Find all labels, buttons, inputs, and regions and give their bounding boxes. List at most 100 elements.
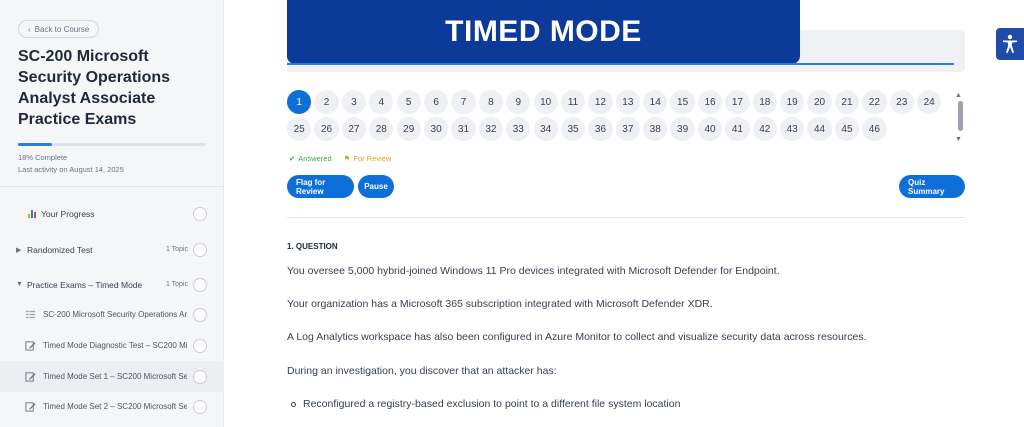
question-paragraph: During an investigation, you discover th…: [287, 365, 557, 377]
question-number-button[interactable]: 13: [615, 90, 640, 114]
question-number-button[interactable]: 2: [314, 90, 339, 114]
question-number-button[interactable]: 6: [423, 90, 449, 114]
scrollbar-thumb[interactable]: [958, 101, 963, 131]
edit-icon: [25, 402, 36, 412]
bullet-text: Reconfigured a registry-based exclusion …: [303, 398, 681, 410]
topic-count: 1 Topic: [165, 281, 188, 288]
question-number-button[interactable]: 34: [533, 117, 558, 141]
question-number-button[interactable]: 42: [752, 117, 777, 141]
your-progress-item[interactable]: Your Progress: [0, 198, 224, 229]
question-heading: 1. QUESTION: [287, 242, 338, 251]
question-number-button[interactable]: 26: [314, 117, 339, 141]
lesson-item[interactable]: SC-200 Microsoft Security Operations Ana…: [0, 299, 224, 330]
status-circle: [193, 369, 207, 384]
question-number-button[interactable]: 22: [862, 90, 887, 114]
lesson-item[interactable]: Timed Mode Set 1 – SC200 Microsoft Secur…: [0, 361, 224, 392]
question-number-button[interactable]: 1: [287, 90, 312, 114]
lesson-item[interactable]: Timed Mode Set 2 – SC200 Microsoft Secur…: [0, 391, 224, 422]
question-number-button[interactable]: 19: [780, 90, 805, 114]
lesson-item[interactable]: Timed Mode Diagnostic Test – SC200 Micro…: [0, 330, 224, 361]
legend-answered: ✔ Answered: [289, 154, 332, 163]
question-number-button[interactable]: 16: [697, 90, 723, 114]
timer-progress-line: [287, 63, 954, 65]
legend-review: ⚑ For Review: [344, 154, 392, 163]
question-number-button[interactable]: 25: [287, 117, 312, 141]
question-number-button[interactable]: 9: [506, 90, 531, 114]
course-title: SC-200 Microsoft Security Operations Ana…: [18, 48, 171, 128]
question-number-button[interactable]: 7: [451, 90, 476, 114]
flag-for-review-button[interactable]: Flag for Review: [287, 175, 354, 198]
section-practice-exams-timed[interactable]: ▼ Practice Exams – Timed Mode 1 Topic: [0, 269, 224, 300]
question-number-button[interactable]: 43: [780, 117, 805, 141]
question-bullet: Reconfigured a registry-based exclusion …: [291, 398, 680, 410]
question-number-button[interactable]: 40: [697, 117, 723, 141]
bullet-circle-icon: [291, 401, 296, 407]
status-circle: [193, 338, 207, 353]
question-number-button[interactable]: 35: [560, 117, 586, 141]
edit-icon: [25, 341, 36, 351]
progress-text: 18% Complete: [18, 153, 68, 162]
question-number-button[interactable]: 17: [725, 90, 750, 114]
question-number-button[interactable]: 39: [670, 117, 695, 141]
question-number-button[interactable]: 24: [916, 90, 942, 114]
status-circle: [193, 242, 207, 257]
question-number-button[interactable]: 20: [807, 90, 832, 114]
lesson-label: SC-200 Microsoft Security Operations Ana…: [43, 310, 187, 319]
question-number-button[interactable]: 10: [533, 90, 558, 114]
status-circle: [193, 399, 207, 414]
question-number-button[interactable]: 14: [643, 90, 668, 114]
question-number-button[interactable]: 21: [834, 90, 860, 114]
question-number-button[interactable]: 23: [889, 90, 914, 114]
section-label: Randomized Test: [27, 244, 93, 255]
question-number-button[interactable]: 28: [369, 117, 394, 141]
legend-review-label: For Review: [353, 154, 392, 163]
question-number-button[interactable]: 27: [341, 117, 367, 141]
pause-button[interactable]: Pause: [358, 175, 394, 198]
question-number-button[interactable]: 31: [451, 117, 476, 141]
question-number-button[interactable]: 18: [752, 90, 777, 114]
scroll-down-arrow-icon[interactable]: ▼: [955, 136, 962, 143]
question-paragraph: A Log Analytics workspace has also been …: [287, 331, 867, 343]
legend-answered-label: Answered: [298, 154, 332, 163]
question-navigator: 1 2 3 4 5 6 7 8 9 10 11 12 13 14 15 16 17 18 19 20 21 22 23 24 2…: [287, 90, 947, 141]
question-number-button[interactable]: 15: [670, 90, 695, 114]
course-progress-fill: [18, 143, 52, 146]
caret-right-icon: ▶: [16, 246, 22, 254]
question-number-button[interactable]: 11: [560, 90, 586, 114]
question-number-button[interactable]: 3: [341, 90, 367, 114]
question-number-button[interactable]: 8: [478, 90, 504, 114]
scroll-up-arrow-icon[interactable]: ▲: [955, 92, 962, 99]
course-sidebar: ‹ Back to Course SC-200 Microsoft Securi…: [0, 0, 224, 427]
question-number-button[interactable]: 45: [834, 117, 860, 141]
question-number-button[interactable]: 4: [369, 90, 394, 114]
question-number-button[interactable]: 41: [725, 117, 750, 141]
question-number-button[interactable]: 37: [615, 117, 640, 141]
question-number-button[interactable]: 30: [423, 117, 449, 141]
navigator-scrollbar[interactable]: ▲ ▼: [955, 92, 965, 146]
quiz-summary-button[interactable]: Quiz Summary: [899, 175, 965, 198]
course-progress-bar: [18, 143, 206, 146]
chevron-left-icon: ‹: [28, 24, 31, 34]
question-paragraph: You oversee 5,000 hybrid-joined Windows …: [287, 265, 780, 277]
question-number-button[interactable]: 44: [807, 117, 832, 141]
text-lines-icon: [25, 310, 36, 319]
last-activity-text: Last activity on August 14, 2025: [18, 165, 124, 174]
accessibility-button[interactable]: [996, 28, 1024, 60]
question-number-button[interactable]: 29: [396, 117, 421, 141]
section-label: Practice Exams – Timed Mode: [27, 279, 143, 290]
question-number-button[interactable]: 46: [862, 117, 887, 141]
bar-chart-icon: [28, 209, 37, 218]
section-randomized-test[interactable]: ▶ Randomized Test 1 Topic: [0, 234, 224, 265]
question-number-button[interactable]: 12: [588, 90, 613, 114]
edit-icon: [25, 372, 36, 382]
question-number-button[interactable]: 38: [643, 117, 668, 141]
question-number-button[interactable]: 36: [588, 117, 613, 141]
question-number-button[interactable]: 32: [478, 117, 504, 141]
your-progress-label: Your Progress: [41, 208, 95, 219]
back-to-course-button[interactable]: ‹ Back to Course: [18, 20, 100, 38]
accessibility-icon: [1003, 34, 1017, 53]
question-number-button[interactable]: 33: [506, 117, 531, 141]
topic-count: 1 Topic: [165, 246, 188, 253]
question-number-button[interactable]: 5: [396, 90, 421, 114]
status-circle: [193, 277, 207, 292]
